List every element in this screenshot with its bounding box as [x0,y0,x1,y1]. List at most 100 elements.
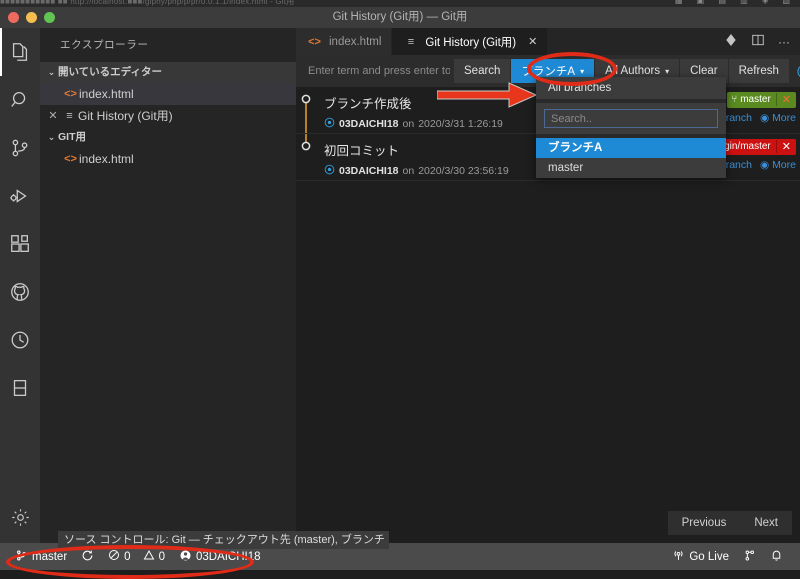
status-bar-right: Go Live [665,543,800,570]
more-action-link[interactable]: ◉ More [760,159,796,171]
commit-on-label: on [402,118,415,130]
status-bar-branch-label: master [32,550,68,563]
activity-bar-bottom [0,493,40,541]
gear-icon [10,507,31,528]
source-control-icon [9,137,31,159]
authors-filter-label: All Authors [605,65,661,77]
commit-graph-node [296,134,324,180]
annotation-arrow [436,82,538,111]
sidebar-section-open-editors[interactable]: ⌄ 開いているエディター [40,62,296,83]
close-tab-icon[interactable]: ✕ [528,35,537,48]
account-icon [179,549,192,565]
branch-dropdown: All branches ブランチA master [536,77,726,178]
dropdown-search-wrap [536,103,726,134]
dropdown-all-branches-item[interactable]: All branches [536,77,726,99]
status-bar-account-label: 03DAICHI18 [195,550,261,563]
activity-item-run-and-debug[interactable] [0,172,40,220]
chevron-down-icon: ▾ [665,66,670,76]
github-icon[interactable] [796,63,800,80]
sidebar-section-label: 開いているエディター [58,66,162,78]
ref-tag-branch[interactable]: ⑂ master ✕ [727,91,796,108]
broadcast-icon [672,549,685,565]
status-bar-remote[interactable] [736,543,763,570]
sync-icon [81,549,94,565]
clock-icon [9,329,31,351]
sidebar-section-folder-git[interactable]: ⌄ GIT用 [40,127,296,148]
branch-icon: ⑂ [731,94,738,105]
open-editor-label: index.html [79,87,134,101]
commit-on-label: on [402,165,415,177]
html-file-icon: <> [64,153,77,165]
activity-item-settings[interactable] [0,493,40,541]
error-count: 0 [124,550,131,563]
search-input[interactable] [304,60,454,82]
tab-index-html[interactable]: <> index.html [296,28,393,55]
html-file-icon: <> [308,35,321,48]
split-editor-icon[interactable] [751,33,765,50]
avatar [324,117,335,131]
background-window-url: ■■■■■■■■■■■ ■■ http://localhost:■■■/giph… [0,0,295,6]
extensions-icon [9,233,31,255]
tab-git-history[interactable]: ≡ Git History (Git用) ✕ [392,28,549,55]
window-title: Git History (Git用) — Git用 [332,11,468,23]
activity-item-git-history[interactable] [0,316,40,364]
git-history-icon: ≡ [66,110,73,122]
refresh-button[interactable]: Refresh [728,59,790,83]
activity-bar [0,28,40,543]
bell-icon [770,549,783,565]
warning-count: 0 [158,550,165,563]
background-window-strip: ■■■■■■■■■■■ ■■ http://localhost:■■■/giph… [0,0,800,7]
git-history-icon: ≡ [407,35,415,48]
tab-bar-actions: ··· [724,28,800,55]
tab-label: Git History (Git用) [425,36,517,49]
source-control-icon [15,549,28,565]
go-live-label: Go Live [689,550,729,563]
more-action-link[interactable]: ◉ More [760,112,796,124]
commit-refs: ⑂ master ✕ Branch ◉ More [719,91,796,124]
pagination: Previous Next [667,511,792,535]
run-debug-icon [9,185,31,207]
sidebar-section-label: GIT用 [58,131,86,143]
activity-item-docs[interactable] [0,364,40,412]
activity-item-explorer[interactable] [0,28,40,76]
chevron-down-icon: ⌄ [47,132,56,142]
open-editor-label: Git History (Git用) [78,109,173,123]
remove-ref-icon[interactable]: ✕ [775,93,796,106]
tab-bar: <> index.html ≡ Git History (Git用) ✕ ··· [296,28,800,55]
tab-label: index.html [329,35,382,48]
commit-date: 2020/3/30 23:56:19 [418,165,509,177]
ref-tag-name: ⑂ master [731,94,771,105]
commit-author: 03DAICHI18 [339,165,399,177]
activity-item-source-control[interactable] [0,124,40,172]
commit-date: 2020/3/31 1:26:19 [418,118,503,130]
window-titlebar: Git History (Git用) — Git用 [0,7,800,29]
file-item-index-html[interactable]: <> index.html [40,148,296,170]
avatar [324,164,335,178]
close-editor-icon[interactable]: ✕ [45,105,61,127]
more-icon: ◉ [759,158,770,171]
open-editor-item-git-history[interactable]: ✕ ≡ Git History (Git用) [40,105,296,127]
search-button[interactable]: Search [454,59,512,83]
next-page-button[interactable]: Next [740,511,792,535]
activity-item-extensions[interactable] [0,220,40,268]
activity-item-search[interactable] [0,76,40,124]
error-icon [108,549,120,564]
more-actions-icon[interactable]: ··· [778,35,790,49]
files-icon [9,41,31,63]
preview-icon[interactable] [724,33,738,50]
status-bar-tooltip: ソース コントロール: Git — チェックアウト先 (master), ブラン… [58,531,389,549]
remove-ref-icon[interactable]: ✕ [775,140,796,153]
activity-item-github[interactable] [0,268,40,316]
commit-actions: Branch ◉ More [719,112,796,124]
dropdown-search-input[interactable] [544,109,718,128]
status-bar-notifications[interactable] [763,543,790,570]
explorer-sidebar: エクスプローラー ⌄ 開いているエディター <> index.html ✕ ≡ … [40,28,296,543]
html-file-icon: <> [64,88,77,100]
dropdown-item-master[interactable]: master [536,158,726,178]
status-bar-go-live[interactable]: Go Live [665,543,736,570]
previous-page-button[interactable]: Previous [668,511,741,535]
chevron-down-icon: ▾ [580,66,585,76]
dropdown-item-branch-a[interactable]: ブランチA [536,138,726,158]
background-menubar-icons: ▦ ▣ ▤ ▥ ◈ ▧ [674,0,796,5]
open-editor-item-index-html[interactable]: <> index.html [40,83,296,105]
